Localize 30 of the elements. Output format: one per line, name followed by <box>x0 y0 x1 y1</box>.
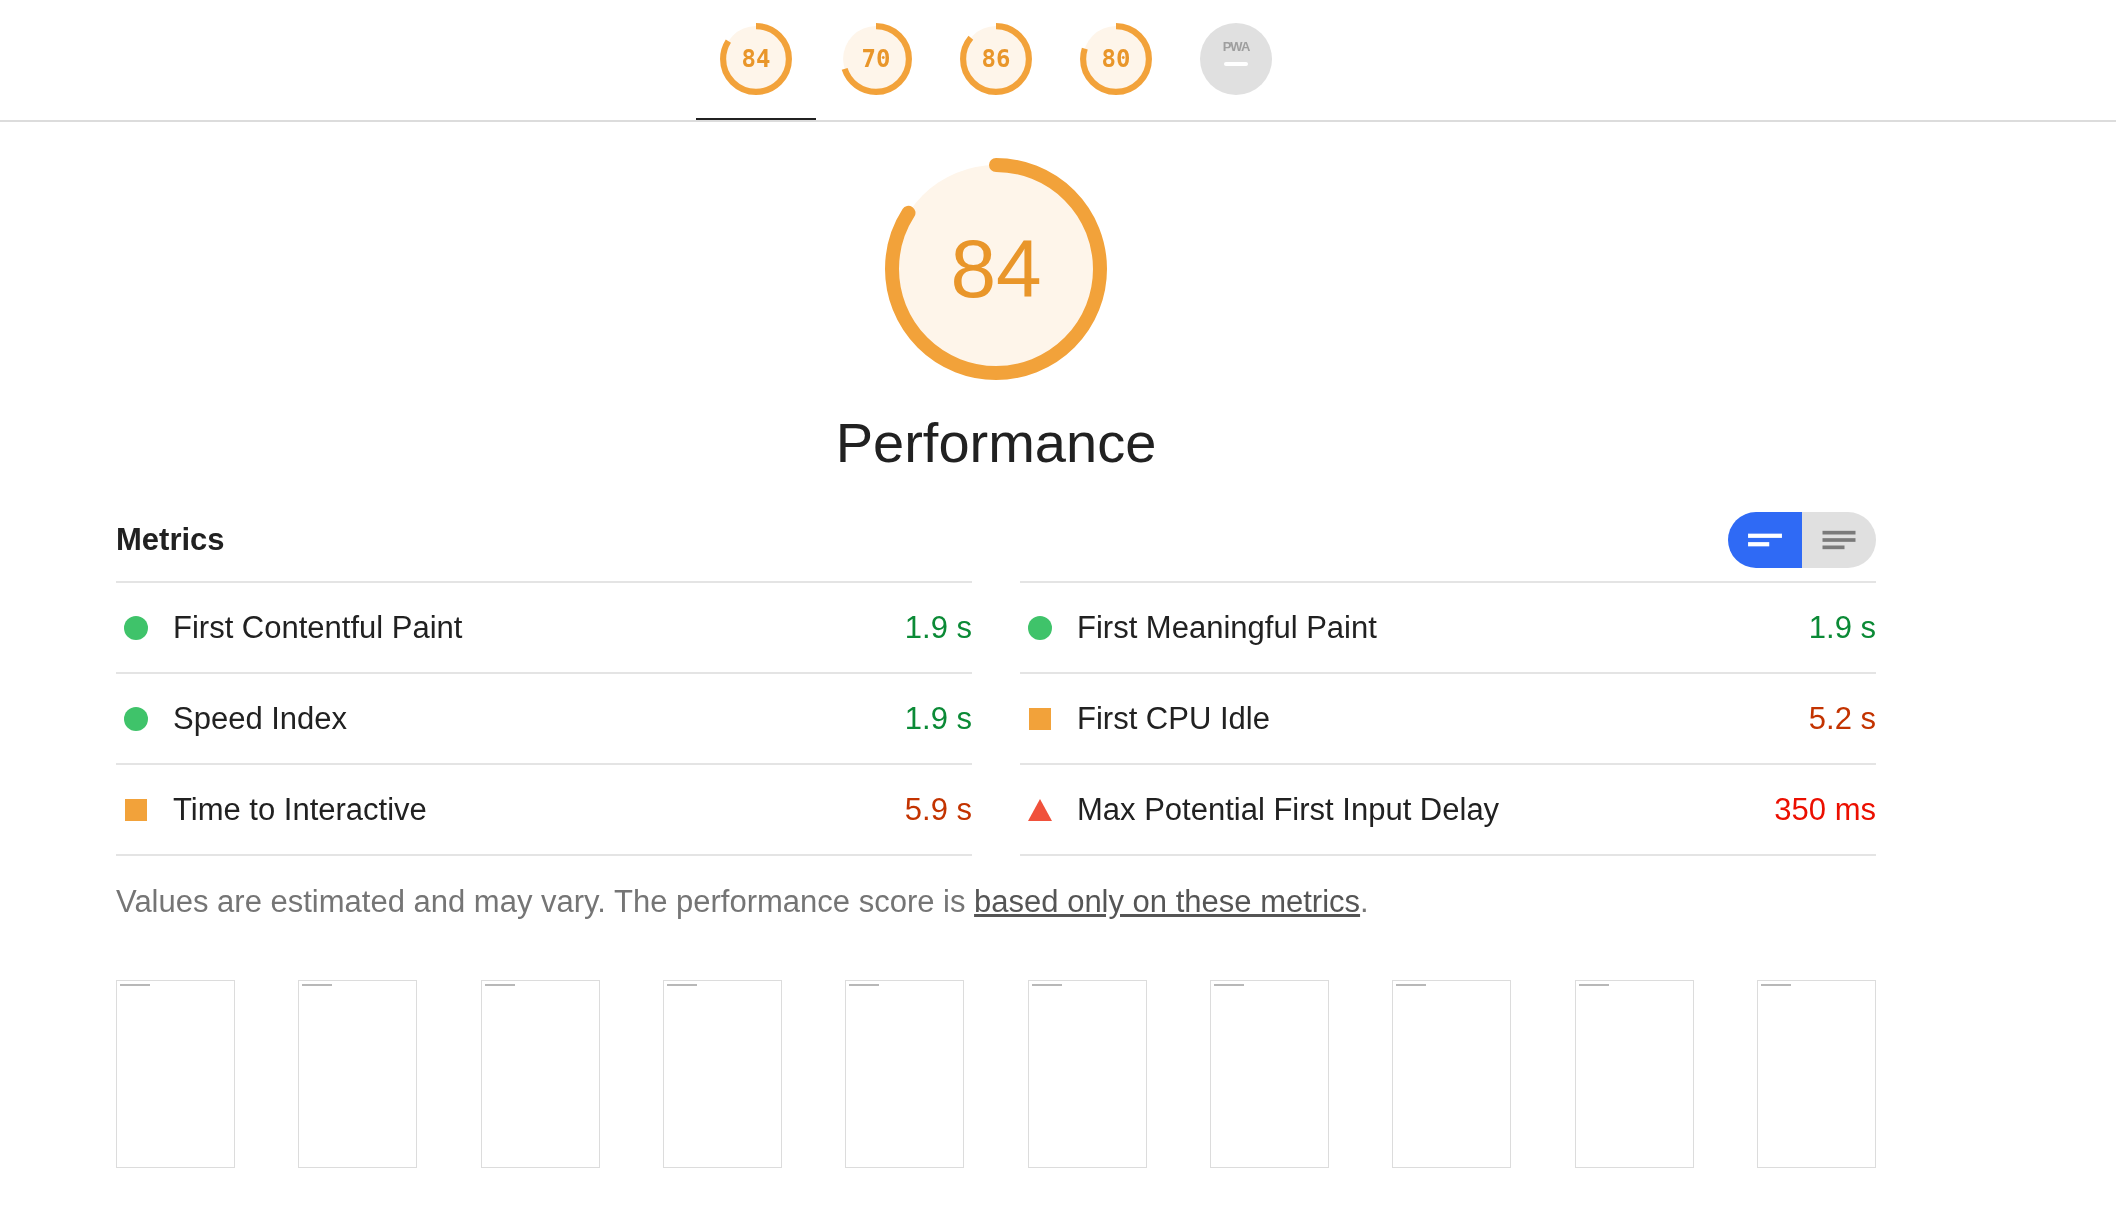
metric-label: Speed Index <box>173 700 349 737</box>
score-text: 70 <box>861 45 891 73</box>
score-tab[interactable]: 84 <box>696 0 816 120</box>
note-text: Values are estimated and may vary. The performance score is based only on these metrics. <box>116 884 1370 920</box>
metric-label: First Contentful Paint <box>173 609 464 646</box>
metric-label: First Meaningful Paint <box>1077 609 1378 646</box>
section-heading: Metrics <box>116 522 225 558</box>
score-tab[interactable]: 80 <box>1056 0 1176 120</box>
metric-value: 1.9 s <box>1808 609 1876 646</box>
metric-value: 5.2 s <box>1808 700 1876 737</box>
metric-value: 5.9 s <box>904 791 972 828</box>
score-tab[interactable]: 70 <box>816 0 936 120</box>
lines-icon <box>1821 529 1857 551</box>
score-text: 86 <box>981 45 1011 73</box>
metric-label: First CPU Idle <box>1077 700 1271 737</box>
list-view-button[interactable] <box>1802 512 1876 568</box>
category-title: Performance <box>835 410 1157 475</box>
metric-value: 1.9 s <box>904 609 972 646</box>
score-text: 80 <box>1101 45 1131 73</box>
score-tab[interactable]: 86 <box>936 0 1056 120</box>
metric-label: Time to Interactive <box>173 791 428 828</box>
pwa-badge: PWA <box>1200 23 1272 95</box>
compact-view-button[interactable] <box>1728 512 1802 568</box>
metric-value: 1.9 s <box>904 700 972 737</box>
metrics-link[interactable]: based only on these metrics <box>974 884 1361 919</box>
score-tab[interactable]: PWA <box>1176 0 1296 120</box>
metric-label: Max Potential First Input Delay <box>1077 791 1501 828</box>
score-text: 84 <box>741 45 771 73</box>
metric-value: 350 ms <box>1774 791 1876 828</box>
score-text: 84 <box>950 222 1042 316</box>
